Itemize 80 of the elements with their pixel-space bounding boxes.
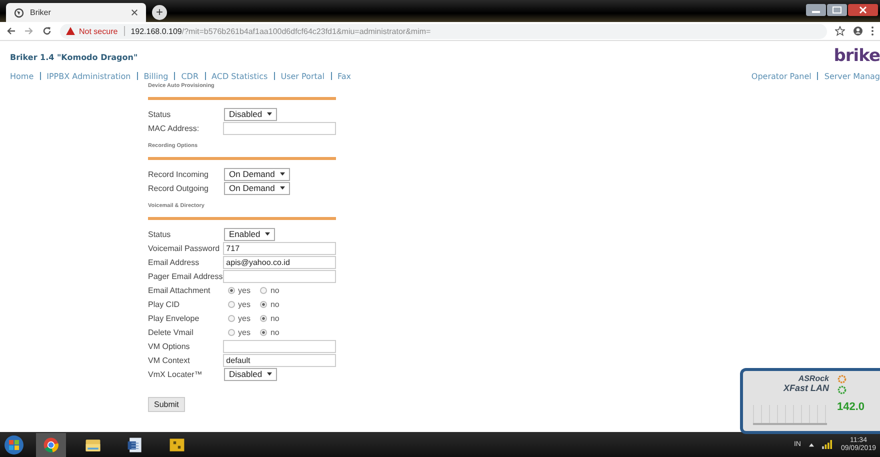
field-label: Email Attachment	[148, 286, 212, 294]
menu-icon[interactable]	[871, 26, 874, 36]
caret-icon	[265, 232, 270, 236]
warning-icon	[66, 27, 75, 35]
field-label: Record Outgoing	[148, 184, 210, 192]
nav-link[interactable]: IPPBX Administration	[46, 72, 131, 80]
nav-link[interactable]: Billing	[144, 72, 168, 80]
dropdown[interactable]: Disabled	[224, 368, 278, 380]
radio-button[interactable]	[228, 286, 235, 294]
input-field[interactable]	[223, 270, 336, 282]
nav-link[interactable]: CDR	[181, 72, 199, 80]
field-label: Pager Email Address	[148, 272, 224, 280]
field-label: Voicemail Password	[148, 244, 221, 252]
caret-icon[interactable]	[808, 442, 814, 446]
radio-label: yes	[238, 328, 250, 336]
dropdown[interactable]: On Demand	[224, 168, 290, 180]
field-label: Status	[148, 230, 172, 238]
address-field[interactable]: Not secure 192.168.0.109/?mit=b576b261b4af1aa100d6dfcf64c23fd1&miu=administrator&mim=	[60, 24, 827, 38]
field-label: VmX Locater™	[148, 370, 204, 378]
app-title: Briker 1.4 "Komodo Dragon"	[10, 53, 138, 64]
minimize-icon[interactable]	[806, 4, 826, 16]
caret-icon	[267, 112, 272, 116]
star-icon[interactable]	[835, 26, 845, 36]
field-label: Delete Vmail	[148, 328, 194, 336]
widget-product: XFast LAN	[783, 383, 829, 393]
reload-icon[interactable]	[42, 26, 52, 36]
caret-icon	[267, 372, 272, 376]
nav-link[interactable]: Operator Panel	[751, 72, 812, 80]
new-tab-button[interactable]: +	[152, 5, 167, 20]
field-label: Status	[148, 110, 172, 118]
radio-button[interactable]	[228, 328, 235, 336]
input-field[interactable]: default	[223, 354, 336, 366]
widget-brand: ASRock	[798, 374, 829, 383]
radio-button[interactable]	[260, 314, 268, 322]
input-field[interactable]	[223, 340, 336, 352]
field-label: Play CID	[148, 300, 181, 308]
radio-label: no	[270, 286, 280, 294]
field-label: Play Envelope	[148, 314, 200, 322]
dropdown[interactable]: Disabled	[224, 108, 278, 120]
tab-title: Briker	[30, 8, 52, 17]
radio-label: no	[270, 314, 280, 322]
caret-icon	[280, 186, 285, 190]
radio-label: no	[270, 300, 280, 308]
field-label: Record Incoming	[148, 170, 210, 178]
input-field[interactable]: 717	[223, 242, 336, 254]
maximize-icon[interactable]	[827, 4, 847, 16]
status-icon	[837, 375, 847, 395]
start-icon[interactable]	[4, 434, 24, 454]
field-label: VM Context	[148, 356, 191, 364]
radio-button[interactable]	[260, 300, 268, 308]
security-label: Not secure	[79, 26, 118, 36]
close-icon[interactable]	[131, 9, 138, 16]
browser-tab[interactable]: Briker	[6, 3, 146, 22]
back-icon[interactable]	[6, 26, 16, 36]
url-text: 192.168.0.109/?mit=b576b261b4af1aa100d6dfcf64c23fd1&miu=administrator&mim=	[130, 26, 431, 36]
radio-label: no	[270, 328, 280, 336]
logo: brike	[834, 47, 880, 65]
radio-button[interactable]	[228, 314, 235, 322]
radio-label: yes	[238, 286, 250, 294]
speed-reading: 142.0	[837, 401, 865, 413]
input-field[interactable]	[223, 122, 336, 134]
signal-icon[interactable]	[822, 440, 833, 449]
input-field[interactable]: apis@yahoo.co.id	[223, 256, 336, 268]
chrome-icon[interactable]	[36, 432, 66, 456]
submit-button[interactable]: Submit	[148, 397, 185, 412]
radio-button[interactable]	[260, 328, 268, 336]
field-label: VM Options	[148, 342, 191, 350]
account-icon[interactable]	[853, 26, 863, 36]
field-label: Email Address	[148, 258, 200, 266]
radio-label: yes	[238, 314, 250, 322]
dropdown[interactable]: On Demand	[224, 182, 290, 194]
radio-label: yes	[238, 300, 250, 308]
caret-icon	[280, 172, 285, 176]
dropdown[interactable]: Enabled	[224, 228, 276, 240]
nav-link[interactable]: Server Manag	[824, 72, 880, 80]
close-icon[interactable]	[848, 4, 878, 16]
radio-button[interactable]	[228, 300, 235, 308]
field-label: MAC Address:	[148, 124, 200, 132]
radio-button[interactable]	[260, 286, 268, 294]
nav-link[interactable]: User Portal	[280, 72, 324, 80]
